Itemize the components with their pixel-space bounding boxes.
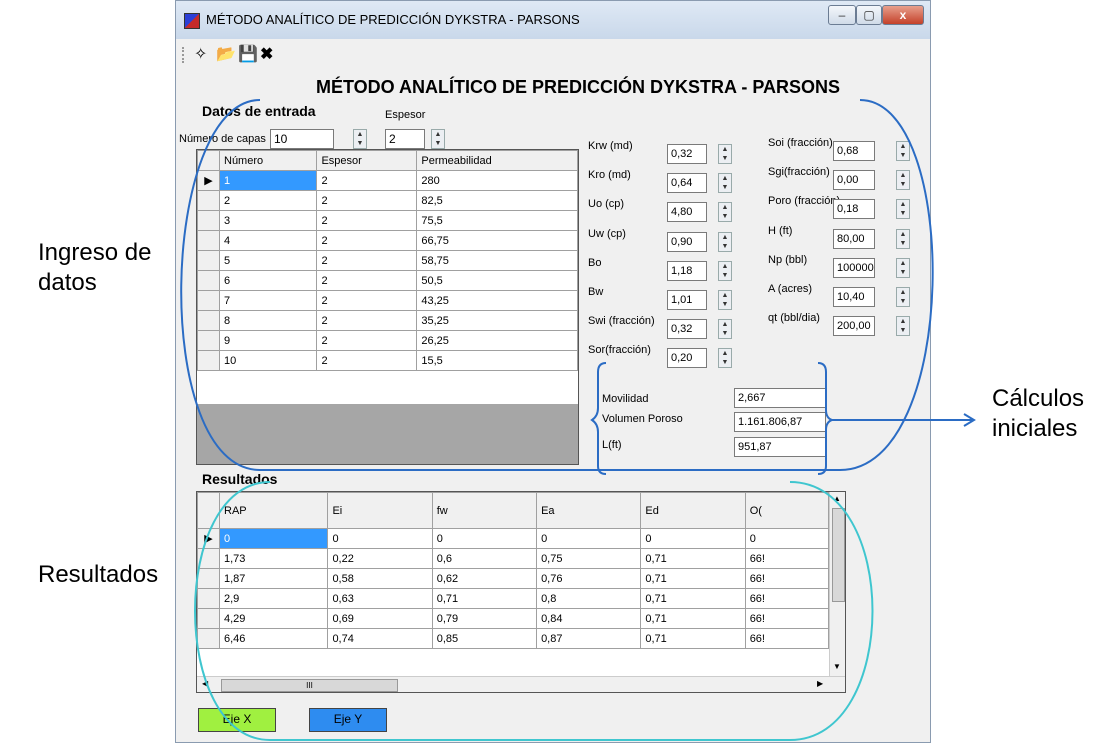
annotation-overlay [180, 99, 976, 741]
input-bracket [180, 99, 934, 471]
initial-bracket-right [817, 362, 836, 475]
results-bracket [194, 481, 874, 741]
initial-bracket-left [590, 362, 607, 475]
